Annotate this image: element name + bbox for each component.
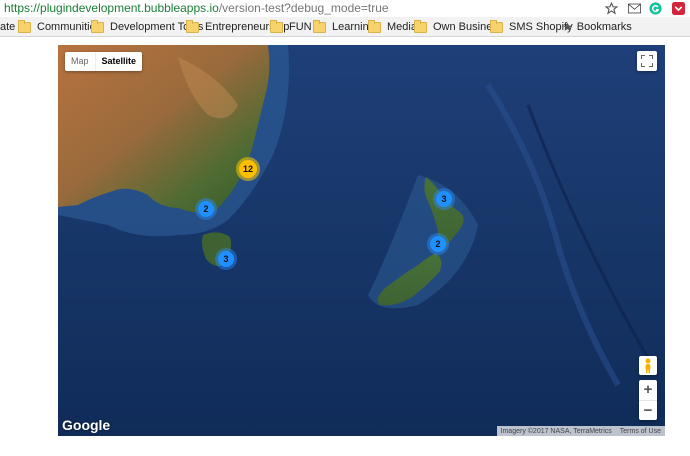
bookmark-label: ate bbox=[0, 21, 16, 33]
map-type-satellite-button[interactable]: Satellite bbox=[94, 52, 143, 71]
marker-cluster-blue[interactable]: 3 bbox=[436, 191, 452, 207]
folder-icon bbox=[186, 19, 199, 33]
bookmark-folder-communities[interactable]: Communities bbox=[18, 19, 101, 34]
bookmark-folder-media[interactable]: Media bbox=[368, 19, 417, 34]
imagery-credit: Imagery ©2017 NASA, TerraMetrics bbox=[500, 427, 612, 435]
zoom-control: + − bbox=[639, 380, 657, 420]
folder-icon bbox=[313, 19, 326, 33]
bookmark-folder-fun[interactable]: FUN bbox=[270, 19, 312, 34]
grammarly-icon[interactable] bbox=[647, 0, 663, 16]
bookmarks-bar: ate Communities Development Tools Entrep… bbox=[0, 17, 690, 37]
folder-icon bbox=[270, 19, 283, 33]
folder-icon bbox=[414, 19, 427, 33]
terms-of-use-link[interactable]: Terms of Use bbox=[616, 428, 665, 435]
star-icon[interactable] bbox=[603, 0, 619, 16]
bookmark-partial[interactable]: ate bbox=[0, 20, 15, 34]
cluster-count: 3 bbox=[441, 194, 447, 204]
folder-icon bbox=[490, 19, 503, 33]
folder-icon bbox=[18, 19, 31, 33]
mail-icon[interactable] bbox=[626, 0, 642, 16]
pegman-icon bbox=[645, 358, 651, 373]
address-bar[interactable]: https://plugindevelopment.bubbleapps.io/… bbox=[0, 0, 690, 17]
marker-cluster-blue[interactable]: 2 bbox=[198, 201, 214, 217]
zoom-out-button[interactable]: − bbox=[639, 401, 657, 421]
google-logo: Google bbox=[62, 417, 111, 433]
cluster-count: 2 bbox=[435, 239, 441, 249]
satellite-imagery bbox=[58, 45, 660, 387]
map-type-control: Map Satellite bbox=[65, 52, 143, 71]
url-text[interactable]: https://plugindevelopment.bubbleapps.io/… bbox=[4, 1, 389, 15]
zoom-in-button[interactable]: + bbox=[639, 380, 657, 401]
fullscreen-button[interactable] bbox=[637, 51, 657, 71]
street-view-pegman[interactable] bbox=[639, 356, 657, 375]
map-type-map-button[interactable]: Map bbox=[65, 52, 95, 71]
cluster-count: 3 bbox=[223, 254, 229, 264]
map-attribution: Imagery ©2017 NASA, TerraMetrics Terms o… bbox=[496, 426, 665, 436]
map-view[interactable]: Map Satellite 12 2 3 3 2 + − Google Imag… bbox=[58, 45, 665, 436]
marker-cluster-blue[interactable]: 3 bbox=[218, 251, 234, 267]
marker-cluster-blue[interactable]: 2 bbox=[430, 236, 446, 252]
bookmarks-menu[interactable]: ★ Bookmarks bbox=[562, 20, 632, 34]
cluster-count: 12 bbox=[242, 164, 253, 174]
url-domain: https://plugindevelopment.bubbleapps.io bbox=[4, 1, 219, 15]
bookmark-label: Bookmarks bbox=[576, 21, 632, 33]
marker-cluster-yellow[interactable]: 12 bbox=[239, 160, 257, 178]
folder-icon bbox=[368, 19, 381, 33]
fullscreen-icon bbox=[641, 55, 653, 67]
cluster-count: 2 bbox=[203, 204, 209, 214]
star-icon: ★ bbox=[562, 20, 573, 34]
folder-icon bbox=[91, 19, 104, 33]
bookmark-folder-sms-shopify[interactable]: SMS Shopify bbox=[490, 19, 573, 34]
bookmark-folder-learning[interactable]: Learning bbox=[313, 19, 375, 34]
url-path: /version-test?debug_mode=true bbox=[218, 1, 389, 15]
pocket-icon[interactable] bbox=[670, 0, 686, 16]
bookmark-label: FUN bbox=[289, 21, 312, 33]
bookmark-label: Media bbox=[387, 21, 417, 33]
